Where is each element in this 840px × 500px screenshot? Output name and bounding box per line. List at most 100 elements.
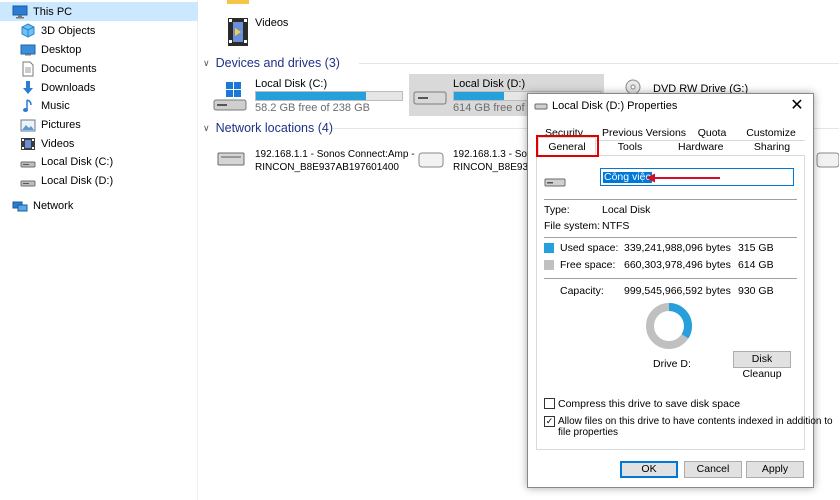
group-divider: [359, 63, 839, 64]
drive-icon: [413, 88, 447, 111]
music-icon: [20, 98, 36, 114]
drive-name: Local Disk (D:): [453, 78, 526, 90]
network-item[interactable]: 192.168.1.3 - Sono RINCON_B8E9379: [413, 145, 539, 177]
network-item[interactable]: 192.168.1.1 - Sonos Connect:Amp - RINCON…: [213, 145, 415, 177]
drive-usage-bar: [255, 91, 403, 101]
chevron-down-icon: ∨: [203, 122, 210, 133]
sidebar-item-label: Documents: [41, 62, 97, 75]
apply-button[interactable]: Apply: [746, 461, 804, 478]
dialog-title: Local Disk (D:) Properties: [552, 100, 678, 112]
drive-letter-label: Drive D:: [653, 358, 691, 370]
sidebar-item-label: This PC: [33, 5, 73, 18]
section-divider: [544, 278, 797, 279]
tab-previous-versions[interactable]: Previous Versions: [602, 126, 686, 140]
tab-general[interactable]: General: [538, 137, 596, 156]
sidebar-item-music[interactable]: Music: [0, 96, 70, 115]
sidebar-item-label: Network: [33, 199, 74, 212]
drive-free-space: 58.2 GB free of 238 GB: [255, 102, 370, 114]
ok-button[interactable]: OK: [620, 461, 678, 478]
tab-hardware[interactable]: Hardware: [678, 140, 724, 154]
group-header-network[interactable]: ∨ Network locations (4): [203, 119, 333, 137]
network-item-name: 192.168.1.1 - Sonos Connect:Amp -: [255, 149, 415, 160]
disk-usage-donut: [646, 303, 692, 349]
pictures-icon: [20, 117, 36, 133]
3d-objects-icon: [20, 22, 36, 39]
sidebar-item-label: Pictures: [41, 118, 81, 131]
drive-tile-c[interactable]: Local Disk (C:) 58.2 GB free of 238 GB: [211, 74, 405, 116]
tab-sharing[interactable]: Sharing: [752, 140, 792, 154]
tab-tools[interactable]: Tools: [612, 140, 648, 154]
file-system-label: File system:: [544, 220, 601, 232]
drive-name: Local Disk (C:): [255, 78, 328, 90]
close-button[interactable]: ✕: [787, 96, 807, 116]
used-space-bytes: 339,241,988,096 bytes: [624, 242, 731, 254]
capacity-bytes: 999,545,966,592 bytes: [624, 285, 731, 297]
sidebar-item-this-pc[interactable]: This PC: [0, 2, 198, 21]
media-device-icon: [217, 151, 245, 170]
sidebar-item-local-disk-d[interactable]: Local Disk (D:): [0, 171, 113, 190]
network-icon: [12, 198, 28, 214]
free-space-gb: 614 GB: [738, 259, 774, 271]
drive-tile-dvd[interactable]: DVD RW Drive (G:): [619, 74, 829, 95]
index-checkbox[interactable]: ✓: [544, 416, 555, 427]
sidebar-item-label: Music: [41, 99, 70, 112]
type-value: Local Disk: [602, 204, 651, 216]
downloads-icon: [20, 80, 36, 96]
videos-icon: [20, 136, 36, 152]
media-device-icon: [417, 151, 445, 172]
videos-folder-icon: [225, 0, 251, 51]
folder-videos[interactable]: Videos: [225, 0, 345, 48]
disk-cleanup-button[interactable]: Disk Cleanup: [733, 351, 791, 380]
sidebar-item-label: 3D Objects: [41, 24, 96, 37]
tab-quota[interactable]: Quota: [692, 126, 732, 140]
group-header-label: Network locations (4): [215, 121, 333, 135]
sidebar-item-desktop[interactable]: Desktop: [0, 40, 81, 59]
sidebar-item-pictures[interactable]: Pictures: [0, 115, 81, 134]
compress-checkbox[interactable]: [544, 398, 555, 409]
red-arrow-annotation: [646, 173, 722, 186]
sidebar-item-documents[interactable]: Documents: [0, 59, 97, 78]
network-item-name: 192.168.1.3 - Sono: [453, 149, 539, 160]
sidebar-item-videos[interactable]: Videos: [0, 134, 74, 153]
drive-icon: [544, 176, 566, 191]
chevron-down-icon: ∨: [203, 57, 210, 68]
desktop-icon: [20, 42, 36, 58]
sidebar-item-label: Desktop: [41, 43, 82, 56]
capacity-label: Capacity:: [560, 285, 604, 297]
computer-icon: [12, 4, 28, 20]
section-divider: [544, 237, 797, 238]
used-space-gb: 315 GB: [738, 242, 774, 254]
sidebar-item-label: Local Disk (C:): [41, 155, 114, 168]
navigation-pane: This PC 3D Objects Desktop Documents Dow…: [0, 0, 198, 500]
sidebar-item-label: Downloads: [41, 81, 96, 94]
capacity-gb: 930 GB: [738, 285, 774, 297]
cancel-button[interactable]: Cancel: [684, 461, 742, 478]
properties-dialog: Local Disk (D:) Properties ✕ Security Pr…: [527, 93, 833, 488]
documents-icon: [20, 61, 36, 77]
windows-drive-icon: [213, 82, 247, 115]
sidebar-item-network[interactable]: Network: [0, 196, 73, 215]
free-space-label: Free space:: [560, 259, 616, 271]
drive-icon: [534, 100, 548, 115]
drive-icon: [20, 173, 36, 189]
used-space-label: Used space:: [560, 242, 619, 254]
file-system-value: NTFS: [602, 220, 630, 232]
tab-customize[interactable]: Customize: [746, 126, 796, 140]
used-space-swatch: [544, 243, 554, 253]
sidebar-item-3d-objects[interactable]: 3D Objects: [0, 21, 95, 40]
media-device-icon: [815, 151, 840, 172]
sidebar-item-local-disk-c[interactable]: Local Disk (C:): [0, 152, 113, 171]
drive-icon: [20, 154, 36, 170]
sidebar-item-label: Local Disk (D:): [41, 174, 114, 187]
compress-label: Compress this drive to save disk space: [558, 398, 741, 410]
free-space-bytes: 660,303,978,496 bytes: [624, 259, 731, 271]
sidebar-item-label: Videos: [41, 137, 75, 150]
group-header-devices[interactable]: ∨ Devices and drives (3): [203, 54, 340, 72]
dialog-titlebar[interactable]: Local Disk (D:) Properties ✕: [528, 94, 813, 118]
section-divider: [544, 199, 797, 200]
group-header-label: Devices and drives (3): [215, 56, 340, 70]
sidebar-item-downloads[interactable]: Downloads: [0, 78, 95, 97]
type-label: Type:: [544, 204, 570, 216]
free-space-swatch: [544, 260, 554, 270]
folder-label: Videos: [255, 17, 289, 29]
